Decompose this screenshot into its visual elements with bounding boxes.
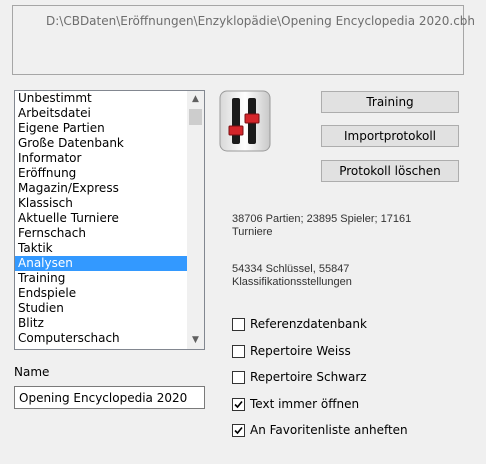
list-item[interactable]: Magazin/Express (15, 181, 187, 196)
keys-line-2: Klassifikationsstellungen (232, 276, 352, 288)
protokoll-loeschen-button[interactable]: Protokoll löschen (321, 160, 459, 182)
list-item[interactable]: Klassisch (15, 196, 187, 211)
checkbox-label: Repertoire Weiss (250, 344, 351, 358)
key-stats: 54334 Schlüssel, 55847 Klassifikationsst… (232, 263, 432, 289)
list-item[interactable]: Computerschach (15, 331, 187, 346)
vertical-scrollbar[interactable]: ▲ ▼ (187, 91, 204, 349)
checkbox-box[interactable] (232, 397, 245, 411)
database-path: D:\CBDaten\Eröffnungen\Enzyklopädie\Open… (46, 14, 476, 28)
checkbox-box[interactable] (232, 423, 245, 437)
checkbox-label: Text immer öffnen (250, 397, 360, 411)
list-item[interactable]: Große Datenbank (15, 136, 187, 151)
checkbox-box[interactable] (232, 344, 245, 358)
keys-line-1: 54334 Schlüssel, 55847 (232, 263, 350, 275)
list-item[interactable]: Blitz (15, 316, 187, 331)
repertoire-weiss-checkbox[interactable]: Repertoire Weiss (232, 343, 351, 359)
favoritenliste-checkbox[interactable]: An Favoritenliste anheften (232, 422, 408, 438)
scroll-down-icon[interactable]: ▼ (187, 332, 204, 349)
list-item[interactable]: Taktik (15, 241, 187, 256)
database-path-box: D:\CBDaten\Eröffnungen\Enzyklopädie\Open… (12, 5, 475, 75)
checkmark-icon (234, 400, 243, 408)
name-label: Name (14, 365, 50, 379)
stats-line-1: 38706 Partien; 23895 Spieler; 17161 (232, 213, 412, 225)
database-icon (219, 90, 271, 152)
checkmark-icon (234, 426, 243, 434)
training-button[interactable]: Training (321, 91, 459, 113)
list-item[interactable]: Studien (15, 301, 187, 316)
list-items: Unbestimmt Arbeitsdatei Eigene Partien Groß… (15, 91, 187, 349)
scroll-thumb[interactable] (189, 109, 202, 125)
stats-line-2: Turniere (232, 226, 273, 238)
scroll-up-icon[interactable]: ▲ (187, 91, 204, 108)
list-item[interactable]: Eigene Partien (15, 121, 187, 136)
checkbox-box[interactable] (232, 317, 245, 331)
list-item[interactable]: Informator (15, 151, 187, 166)
list-item[interactable]: Fernschach (15, 226, 187, 241)
repertoire-schwarz-checkbox[interactable]: Repertoire Schwarz (232, 369, 367, 385)
checkbox-label: Referenzdatenbank (250, 317, 367, 331)
checkbox-label: An Favoritenliste anheften (250, 423, 408, 437)
referenzdatenbank-checkbox[interactable]: Referenzdatenbank (232, 316, 367, 332)
list-item[interactable]: Endspiele (15, 286, 187, 301)
checkbox-label: Repertoire Schwarz (250, 370, 367, 384)
list-item[interactable]: Analysen (15, 256, 187, 271)
text-immer-oeffnen-checkbox[interactable]: Text immer öffnen (232, 396, 359, 412)
list-item[interactable]: Training (15, 271, 187, 286)
database-type-list[interactable]: Unbestimmt Arbeitsdatei Eigene Partien Groß… (14, 90, 205, 350)
list-item[interactable]: Arbeitsdatei (15, 106, 187, 121)
list-item[interactable]: Eröffnung (15, 166, 187, 181)
name-input[interactable] (14, 386, 205, 409)
importprotokoll-button[interactable]: Importprotokoll (321, 125, 459, 147)
list-item[interactable]: Unbestimmt (15, 91, 187, 106)
database-stats: 38706 Partien; 23895 Spieler; 17161 Turn… (232, 213, 432, 239)
list-item-partial[interactable] (15, 346, 187, 349)
checkbox-box[interactable] (232, 370, 245, 384)
list-item[interactable]: Aktuelle Turniere (15, 211, 187, 226)
